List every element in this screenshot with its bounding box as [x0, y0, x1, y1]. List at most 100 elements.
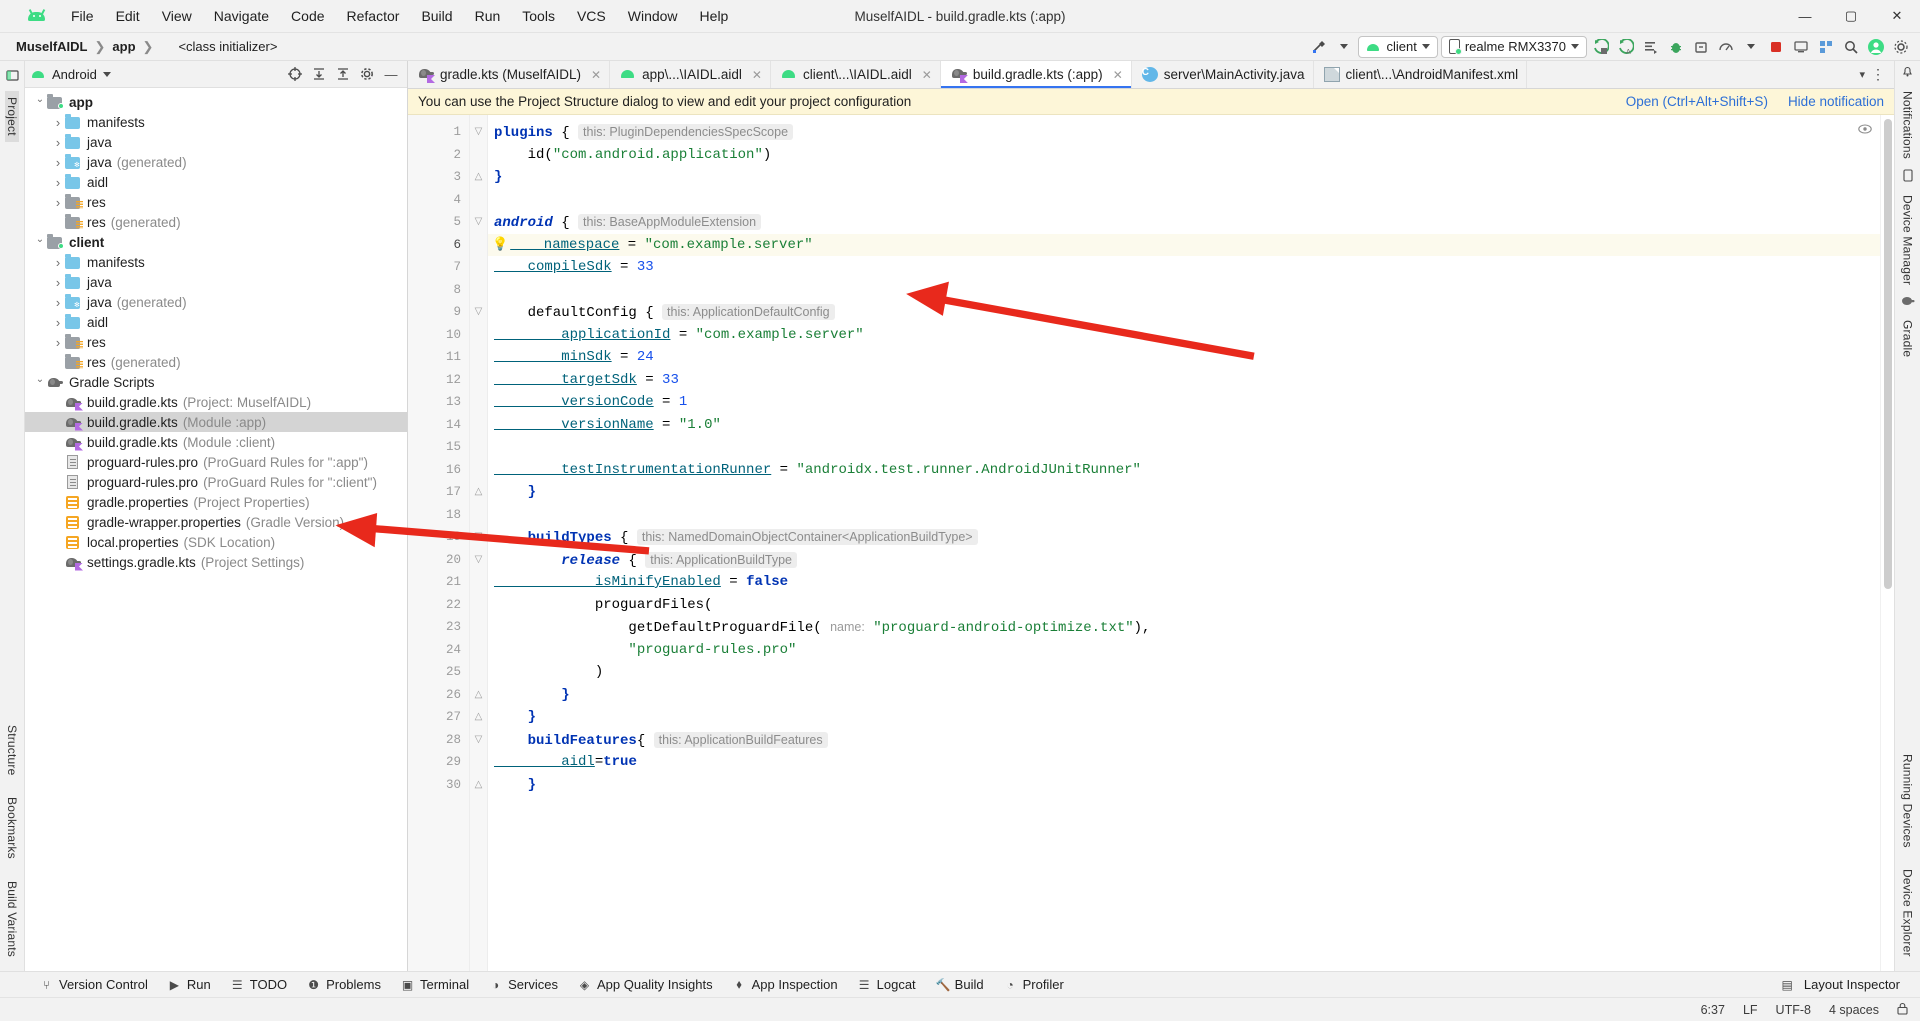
file-encoding[interactable]: UTF-8 [1776, 1003, 1811, 1017]
code-folding-column[interactable]: ▽ △ ▽ ▽ △ ▽ ▽ △ △ ▽ △ [470, 115, 488, 971]
hide-icon[interactable]: — [381, 64, 401, 84]
fold-start-icon[interactable]: ▽ [470, 301, 487, 324]
tree-toggle-closed-icon[interactable] [51, 155, 65, 170]
menu-item-edit[interactable]: Edit [105, 4, 151, 28]
code-line[interactable]: targetSdk = 33 [488, 369, 1880, 392]
tree-item-gradle-scripts[interactable]: Gradle Scripts [25, 372, 407, 392]
stop-icon[interactable] [1765, 36, 1787, 58]
tree-toggle-closed-icon[interactable] [51, 175, 65, 190]
tree-item-java[interactable]: java [25, 132, 407, 152]
code-line[interactable]: } [488, 774, 1880, 797]
tree-item-res[interactable]: res [25, 192, 407, 212]
code-content[interactable]: plugins { this: PluginDependenciesSpecSc… [488, 115, 1880, 971]
hide-notification-link[interactable]: Hide notification [1788, 94, 1884, 109]
account-icon[interactable] [1865, 36, 1887, 58]
code-line[interactable]: aidl=true [488, 751, 1880, 774]
close-button[interactable]: ✕ [1874, 0, 1920, 33]
sidebar-item-notifications[interactable]: Notifications [1901, 85, 1915, 165]
menu-item-navigate[interactable]: Navigate [203, 4, 280, 28]
code-line[interactable]: id("com.android.application") [488, 144, 1880, 167]
collapse-all-icon[interactable] [333, 64, 353, 84]
bottom-tab-build[interactable]: 🔨 Build [926, 974, 994, 995]
apply-code-changes-icon[interactable]: A [1615, 36, 1637, 58]
fold-start-icon[interactable]: ▽ [470, 729, 487, 752]
bottom-tab-terminal[interactable]: ▣ Terminal [391, 974, 479, 995]
fold-end-icon[interactable]: △ [470, 166, 487, 189]
maximize-button[interactable]: ▢ [1828, 0, 1874, 33]
sidebar-item-device-manager[interactable]: Device Manager [1901, 189, 1915, 291]
code-line[interactable] [488, 279, 1880, 302]
code-line[interactable]: plugins { this: PluginDependenciesSpecSc… [488, 121, 1880, 144]
caret-position[interactable]: 6:37 [1701, 1003, 1725, 1017]
bottom-tab-services[interactable]: ◑ Services [479, 974, 568, 995]
code-line[interactable]: } [488, 684, 1880, 707]
fold-end-icon[interactable]: △ [470, 774, 487, 797]
editor-tab-app-iaidl-aidl[interactable]: app\...\IAIDL.aidl ✕ [610, 61, 771, 88]
device-manager-stripe-icon[interactable] [1902, 169, 1914, 185]
sidebar-item-gradle[interactable]: Gradle [1901, 314, 1915, 363]
sidebar-item-build-variants[interactable]: Build Variants [5, 875, 19, 963]
chevron-down-icon-project[interactable] [102, 71, 111, 77]
tree-toggle-closed-icon[interactable] [51, 115, 65, 130]
tree-toggle-open-icon[interactable] [33, 97, 47, 108]
code-line[interactable]: versionName = "1.0" [488, 414, 1880, 437]
editor-scrollbar[interactable] [1880, 115, 1894, 971]
tree-item-gradle-wrapper-properties[interactable]: gradle-wrapper.properties (Gradle Version… [25, 512, 407, 532]
run-icon[interactable] [1590, 36, 1612, 58]
fold-end-icon[interactable]: △ [470, 706, 487, 729]
device-manager-icon[interactable] [1790, 36, 1812, 58]
reader-mode-icon[interactable] [1858, 123, 1872, 137]
tree-item-res[interactable]: res (generated) [25, 212, 407, 232]
code-line[interactable]: "proguard-rules.pro" [488, 639, 1880, 662]
code-line[interactable]: applicationId = "com.example.server" [488, 324, 1880, 347]
tree-toggle-closed-icon[interactable] [51, 195, 65, 210]
notifications-bell-icon[interactable] [1901, 65, 1914, 81]
bottom-tab-logcat[interactable]: ☰ Logcat [848, 974, 926, 995]
code-line[interactable]: compileSdk = 33 [488, 256, 1880, 279]
code-line[interactable]: } [488, 481, 1880, 504]
sidebar-item-project[interactable]: Project [5, 91, 19, 142]
tree-item-res[interactable]: res [25, 332, 407, 352]
code-line[interactable]: isMinifyEnabled = false [488, 571, 1880, 594]
menu-item-help[interactable]: Help [689, 4, 740, 28]
fold-start-icon[interactable]: ▽ [470, 549, 487, 572]
menu-item-file[interactable]: File [60, 4, 105, 28]
code-line[interactable]: 💡 namespace = "com.example.server" [488, 233, 1880, 256]
settings-gear-icon-project[interactable] [357, 64, 377, 84]
menu-item-tools[interactable]: Tools [511, 4, 566, 28]
project-tree[interactable]: appmanifestsjava✻java(generated)aidlresr… [25, 88, 407, 971]
tree-item-aidl[interactable]: aidl [25, 312, 407, 332]
tree-toggle-closed-icon[interactable] [51, 295, 65, 310]
bottom-tab-app-quality-insights[interactable]: ◈ App Quality Insights [568, 974, 723, 995]
bottom-tab-problems[interactable]: ❶ Problems [297, 974, 391, 995]
expand-all-icon[interactable] [309, 64, 329, 84]
tree-item-settings-gradle-kts[interactable]: settings.gradle.kts (Project Settings) [25, 552, 407, 572]
debug-run-icon[interactable] [1665, 36, 1687, 58]
settings-gear-icon[interactable] [1890, 36, 1912, 58]
device-selector[interactable]: realme RMX3370 [1440, 35, 1587, 58]
profile-icon[interactable] [1715, 36, 1737, 58]
code-line[interactable]: getDefaultProguardFile( name: "proguard-… [488, 616, 1880, 639]
menu-item-run[interactable]: Run [464, 4, 512, 28]
sidebar-item-structure[interactable]: Structure [5, 719, 19, 782]
tree-item-java[interactable]: ✻ java(generated) [25, 292, 407, 312]
minimize-button[interactable]: — [1782, 0, 1828, 33]
run-configuration-selector[interactable]: client [1358, 35, 1438, 58]
tree-item-client[interactable]: client [25, 232, 407, 252]
line-separator[interactable]: LF [1743, 1003, 1758, 1017]
tree-toggle-closed-icon[interactable] [51, 275, 65, 290]
tree-toggle-closed-icon[interactable] [51, 135, 65, 150]
bottom-tab-layout-inspector[interactable]: ▤ Layout Inspector [1772, 974, 1910, 995]
close-icon[interactable]: ✕ [752, 68, 762, 82]
fold-start-icon[interactable]: ▽ [470, 526, 487, 549]
target-icon[interactable] [285, 64, 305, 84]
tree-item-manifests[interactable]: manifests [25, 252, 407, 272]
bottom-tab-todo[interactable]: ☰ TODO [221, 974, 297, 995]
tree-toggle-closed-icon[interactable] [51, 315, 65, 330]
code-line[interactable]: proguardFiles( [488, 594, 1880, 617]
code-line[interactable]: versionCode = 1 [488, 391, 1880, 414]
menu-item-code[interactable]: Code [280, 4, 335, 28]
code-line[interactable]: android { this: BaseAppModuleExtension [488, 211, 1880, 234]
code-line[interactable]: } [488, 706, 1880, 729]
bottom-tab-profiler[interactable]: ◔ Profiler [994, 974, 1074, 995]
